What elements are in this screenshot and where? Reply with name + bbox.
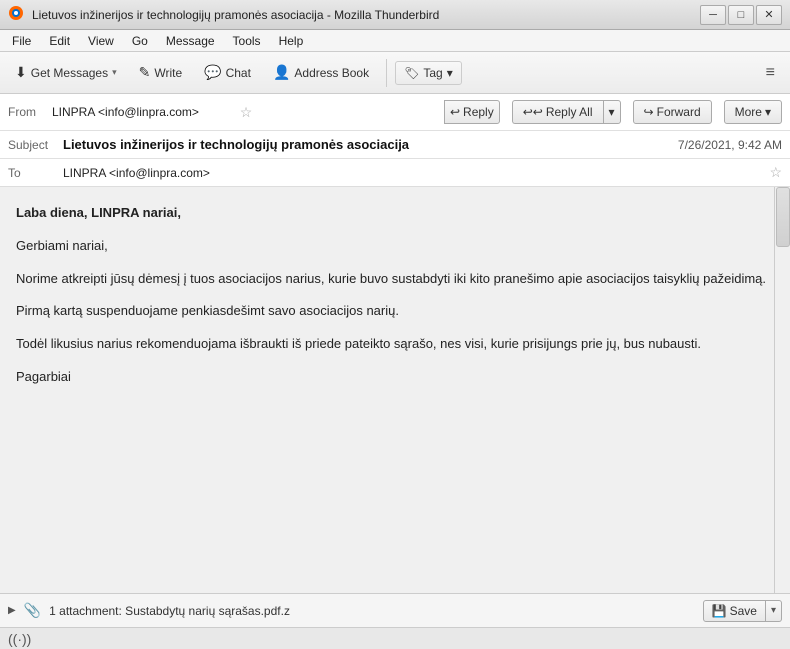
- attachment-clip-icon: 📎: [24, 602, 41, 619]
- more-button[interactable]: More ▾: [724, 100, 782, 124]
- reply-label: Reply: [463, 105, 494, 119]
- write-label: Write: [154, 66, 182, 80]
- from-star-icon[interactable]: ☆: [240, 104, 253, 121]
- to-row: To LINPRA <info@linpra.com> ☆: [0, 159, 790, 186]
- menu-file[interactable]: File: [4, 32, 39, 50]
- to-value: LINPRA <info@linpra.com>: [63, 166, 769, 180]
- address-book-button[interactable]: 👤 Address Book: [264, 59, 378, 86]
- subject-value: Lietuvos inžinerijos ir technologijų pra…: [63, 137, 678, 152]
- close-button[interactable]: ✕: [756, 5, 782, 25]
- chat-icon: 💬: [204, 64, 221, 81]
- email-from-row: From LINPRA <info@linpra.com> ☆ ↩ Reply …: [0, 94, 790, 131]
- save-button[interactable]: 💾 Save: [703, 600, 766, 622]
- write-icon: ✎: [139, 64, 151, 81]
- from-value: LINPRA <info@linpra.com>: [52, 105, 236, 119]
- toolbar: ⬇ Get Messages ▾ ✎ Write 💬 Chat 👤 Addres…: [0, 52, 790, 94]
- get-messages-label: Get Messages: [31, 66, 108, 80]
- status-bar: ((·)): [0, 627, 790, 649]
- menu-help[interactable]: Help: [271, 32, 312, 50]
- email-body: Laba diena, LINPRA nariai, Gerbiami nari…: [0, 187, 790, 416]
- to-label: To: [8, 166, 63, 180]
- subject-row: Subject Lietuvos inžinerijos ir technolo…: [0, 131, 790, 159]
- reply-icon: ↩: [450, 105, 460, 119]
- forward-label: Forward: [657, 105, 701, 119]
- attachment-expand-button[interactable]: ▶: [8, 605, 16, 616]
- menu-edit[interactable]: Edit: [41, 32, 78, 50]
- email-greeting: Laba diena, LINPRA nariai,: [16, 205, 181, 220]
- toolbar-separator: [386, 59, 387, 87]
- save-label: Save: [730, 604, 757, 618]
- email-para3: Todėl likusius narius rekomenduojama išb…: [16, 336, 701, 351]
- reply-all-label: Reply All: [546, 105, 593, 119]
- main-container: From LINPRA <info@linpra.com> ☆ ↩ Reply …: [0, 94, 790, 627]
- get-messages-dropdown-arrow: ▾: [112, 67, 117, 78]
- reply-all-button-group: ↩↩ Reply All ▾: [512, 100, 621, 124]
- email-salutation: Gerbiami nariai,: [16, 238, 108, 253]
- address-book-icon: 👤: [273, 64, 290, 81]
- get-messages-button[interactable]: ⬇ Get Messages ▾: [6, 59, 126, 86]
- reply-all-dropdown-button[interactable]: ▾: [603, 100, 621, 124]
- chat-button[interactable]: 💬 Chat: [195, 59, 260, 86]
- to-star-icon[interactable]: ☆: [769, 164, 782, 181]
- reply-all-icon: ↩↩: [523, 105, 543, 119]
- window-controls: ─ □ ✕: [700, 5, 782, 25]
- address-book-label: Address Book: [294, 66, 369, 80]
- date-value: 7/26/2021, 9:42 AM: [678, 138, 782, 152]
- save-dropdown-button[interactable]: ▾: [766, 600, 782, 622]
- email-body-scroll-area[interactable]: Laba diena, LINPRA nariai, Gerbiami nari…: [0, 187, 790, 593]
- app-icon: [8, 5, 24, 24]
- email-para1: Norime atkreipti jūsų dėmesį į tuos asoc…: [16, 271, 766, 286]
- reply-all-button[interactable]: ↩↩ Reply All: [512, 100, 603, 124]
- from-label: From: [8, 105, 48, 119]
- scroll-thumb[interactable]: [776, 187, 790, 247]
- hamburger-menu-button[interactable]: ≡: [757, 59, 784, 87]
- scroll-bar[interactable]: [774, 187, 790, 593]
- get-messages-icon: ⬇: [15, 64, 27, 81]
- body-container: Laba diena, LINPRA nariai, Gerbiami nari…: [0, 187, 790, 627]
- minimize-button[interactable]: ─: [700, 5, 726, 25]
- reply-button[interactable]: ↩ Reply: [444, 100, 500, 124]
- maximize-button[interactable]: □: [728, 5, 754, 25]
- chat-label: Chat: [226, 66, 251, 80]
- menu-message[interactable]: Message: [158, 32, 223, 50]
- save-button-group: 💾 Save ▾: [703, 600, 782, 622]
- menu-bar: File Edit View Go Message Tools Help: [0, 30, 790, 52]
- window-title: Lietuvos inžinerijos ir technologijų pra…: [32, 8, 692, 22]
- more-dropdown-arrow: ▾: [765, 105, 771, 119]
- email-closing: Pagarbiai: [16, 369, 71, 384]
- subject-label: Subject: [8, 138, 63, 152]
- attachment-text: 1 attachment: Sustabdytų narių sąrašas.p…: [49, 604, 695, 618]
- forward-icon: ↪: [644, 105, 654, 119]
- email-header-area: From LINPRA <info@linpra.com> ☆ ↩ Reply …: [0, 94, 790, 187]
- tag-dropdown-arrow: ▾: [447, 66, 453, 80]
- connection-icon: ((·)): [8, 631, 31, 647]
- title-bar: Lietuvos inžinerijos ir technologijų pra…: [0, 0, 790, 30]
- menu-go[interactable]: Go: [124, 32, 156, 50]
- reply-button-group: ↩ Reply: [444, 100, 500, 124]
- email-para2: Pirmą kartą suspenduojame penkiasdešimt …: [16, 303, 399, 318]
- tag-button[interactable]: 🏷 Tag ▾: [395, 61, 462, 85]
- tag-label: Tag: [423, 66, 442, 80]
- save-icon: 💾: [712, 604, 727, 618]
- forward-button[interactable]: ↪ Forward: [633, 100, 712, 124]
- write-button[interactable]: ✎ Write: [130, 59, 192, 86]
- menu-tools[interactable]: Tools: [225, 32, 269, 50]
- attachment-bar: ▶ 📎 1 attachment: Sustabdytų narių sąraš…: [0, 593, 790, 627]
- tag-icon: 🏷: [404, 66, 419, 80]
- menu-view[interactable]: View: [80, 32, 122, 50]
- more-label: More: [735, 105, 762, 119]
